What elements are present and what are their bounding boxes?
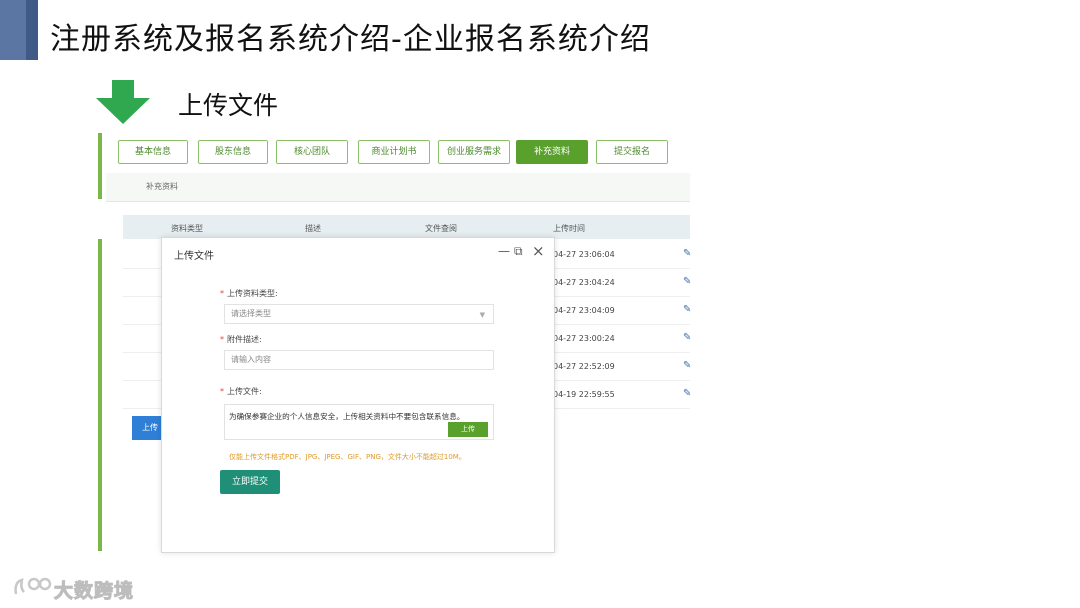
close-icon[interactable]: × — [532, 242, 545, 260]
row-upload-time: 04-19 22:59:55 — [553, 390, 615, 399]
slide-title: 注册系统及报名系统介绍-企业报名系统介绍 — [50, 22, 651, 57]
desc-label: * 附件描述: — [220, 334, 262, 345]
left-accent-line — [98, 133, 102, 199]
minimize-icon[interactable]: — — [498, 244, 510, 258]
desc-label-text: 附件描述: — [227, 335, 262, 344]
left-accent-line — [98, 239, 102, 551]
edit-icon[interactable]: ✎ — [683, 332, 691, 343]
edit-icon[interactable]: ✎ — [683, 388, 691, 399]
select-placeholder: 请选择类型 — [231, 309, 271, 318]
th-upload-time: 上传时间 — [553, 224, 585, 233]
file-label: * 上传文件: — [220, 386, 262, 397]
upload-file-modal: 上传文件 — ⧉ × * 上传资料类型: 请选择类型 ▼ * 附件描述: 请输入内容… — [161, 237, 555, 553]
material-type-select[interactable]: 请选择类型 ▼ — [224, 304, 494, 324]
chevron-down-icon: ▼ — [479, 311, 485, 319]
watermark-text: 大数跨境 — [53, 580, 135, 603]
format-hint: 仅能上传文件格式PDF、JPG、JPEG、GIF、PNG，文件大小不能超过10M… — [229, 453, 466, 461]
tab-service-needs[interactable]: 创业服务需求 — [438, 140, 510, 164]
description-input[interactable]: 请输入内容 — [224, 350, 494, 370]
th-file-view: 文件查阅 — [425, 224, 457, 233]
maximize-icon[interactable]: ⧉ — [514, 244, 523, 259]
edit-icon[interactable]: ✎ — [683, 304, 691, 315]
tab-shareholder-info[interactable]: 股东信息 — [198, 140, 268, 164]
upload-notice: 为确保参赛企业的个人信息安全，上传相关资料中不要包含联系信息。 — [229, 412, 465, 421]
row-upload-time: 04-27 22:52:09 — [553, 362, 615, 371]
down-arrow-icon — [96, 80, 150, 124]
edit-icon[interactable]: ✎ — [683, 276, 691, 287]
th-description: 描述 — [305, 224, 321, 233]
modal-title: 上传文件 — [174, 251, 214, 262]
upload-button[interactable]: 上传 — [448, 422, 488, 437]
row-upload-time: 04-27 23:00:24 — [553, 334, 615, 343]
tab-submit-registration[interactable]: 提交报名 — [596, 140, 668, 164]
required-mark: * — [220, 387, 224, 396]
subtab-supplementary[interactable]: 补充资料 — [146, 181, 178, 192]
row-upload-time: 04-27 23:06:04 — [553, 250, 615, 259]
type-label-text: 上传资料类型: — [227, 289, 278, 298]
th-material-type: 资料类型 — [171, 224, 203, 233]
section-title: 上传文件 — [178, 91, 279, 120]
table-header: 资料类型 描述 文件查阅 上传时间 — [123, 215, 690, 239]
input-placeholder: 请输入内容 — [231, 355, 271, 364]
tab-core-team[interactable]: 核心团队 — [276, 140, 348, 164]
row-upload-time: 04-27 23:04:24 — [553, 278, 615, 287]
required-mark: * — [220, 335, 224, 344]
tab-business-plan[interactable]: 商业计划书 — [358, 140, 430, 164]
required-mark: * — [220, 289, 224, 298]
edit-icon[interactable]: ✎ — [683, 360, 691, 371]
tab-supplementary[interactable]: 补充资料 — [516, 140, 588, 164]
tab-basic-info[interactable]: 基本信息 — [118, 140, 188, 164]
row-upload-time: 04-27 23:04:09 — [553, 306, 615, 315]
modal-header: 上传文件 — ⧉ × — [162, 238, 554, 268]
submit-button[interactable]: 立即提交 — [220, 470, 280, 494]
file-label-text: 上传文件: — [227, 387, 262, 396]
watermark-logo-icon — [14, 577, 52, 595]
add-upload-button[interactable]: 上传 — [132, 416, 162, 440]
embedded-screenshot: 基本信息 股东信息 核心团队 商业计划书 创业服务需求 补充资料 提交报名 补充… — [98, 133, 691, 553]
type-label: * 上传资料类型: — [220, 288, 278, 299]
slide-accent-bar — [0, 0, 38, 60]
edit-icon[interactable]: ✎ — [683, 248, 691, 259]
subtab-strip: 补充资料 — [106, 173, 690, 202]
